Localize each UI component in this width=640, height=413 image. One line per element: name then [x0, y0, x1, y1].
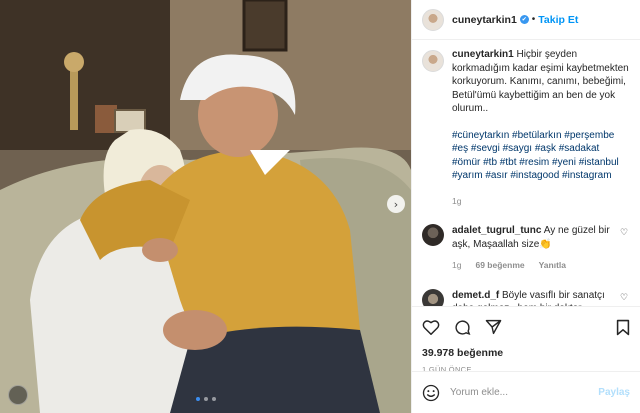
carousel-dot-2 [204, 397, 208, 401]
caption-username[interactable]: cuneytarkin1 [452, 49, 514, 60]
caption-time: 1g [452, 195, 462, 206]
post-photo[interactable]: › [0, 0, 411, 413]
commenter-username[interactable]: demet.d_f [452, 290, 499, 301]
author-avatar[interactable] [422, 8, 444, 31]
photo-owner-badge [8, 385, 28, 405]
separator-dot: • [531, 14, 536, 25]
emoji-icon[interactable] [422, 384, 440, 402]
chevron-right-icon: › [393, 197, 399, 211]
bookmark-icon[interactable] [616, 319, 630, 336]
heart-icon[interactable] [422, 319, 440, 335]
post-comment-button[interactable]: Paylaş [598, 387, 630, 398]
verified-badge-icon: ✔ [519, 15, 529, 24]
commenter-avatar[interactable] [422, 288, 444, 306]
post-side-panel: cuneytarkin1 ✔ • Takip Et cuneytarkin1 H… [411, 0, 640, 413]
carousel-dot-3 [212, 397, 216, 401]
comment-like-heart-icon[interactable]: ♡ [620, 228, 630, 238]
comments-list[interactable]: cuneytarkin1 Hiçbir şeyden korkmadığım k… [412, 48, 640, 306]
carousel-dot-1 [196, 397, 200, 401]
comment-likes[interactable]: 69 beğenme [475, 259, 524, 273]
photo-illustration [0, 0, 411, 413]
caption-author-avatar[interactable] [422, 50, 444, 72]
post-caption: cuneytarkin1 Hiçbir şeyden korkmadığım k… [422, 48, 630, 208]
post-actions: 39.978 beğenme 1 GÜN ÖNCE [412, 306, 640, 374]
commenter-avatar[interactable] [422, 224, 444, 246]
comment-input[interactable] [450, 387, 599, 398]
commenter-username[interactable]: adalet_tugrul_tunc [452, 225, 541, 236]
comment-time: 1g [452, 260, 462, 270]
caption-hashtags[interactable]: #cüneytarkın #betülarkın #perşembe #eş #… [452, 129, 630, 183]
comment-icon[interactable] [454, 319, 471, 336]
add-comment-bar: Paylaş [412, 371, 640, 413]
next-photo-button[interactable]: › [387, 195, 405, 213]
comment-item: demet.d_f Böyle vasıflı bir sanatçı daha… [422, 288, 630, 306]
reply-button[interactable]: Yanıtla [539, 259, 566, 273]
comment-like-heart-icon[interactable]: ♡ [620, 293, 630, 303]
follow-button[interactable]: Takip Et [538, 14, 578, 26]
carousel-dots [196, 397, 216, 401]
comment-item: adalet_tugrul_tunc Ay ne güzel bir aşk, … [422, 224, 630, 273]
share-icon[interactable] [485, 319, 502, 335]
likes-count[interactable]: 39.978 beğenme [422, 347, 630, 359]
post-header: cuneytarkin1 ✔ • Takip Et [412, 0, 640, 40]
author-username[interactable]: cuneytarkin1 [452, 14, 517, 26]
